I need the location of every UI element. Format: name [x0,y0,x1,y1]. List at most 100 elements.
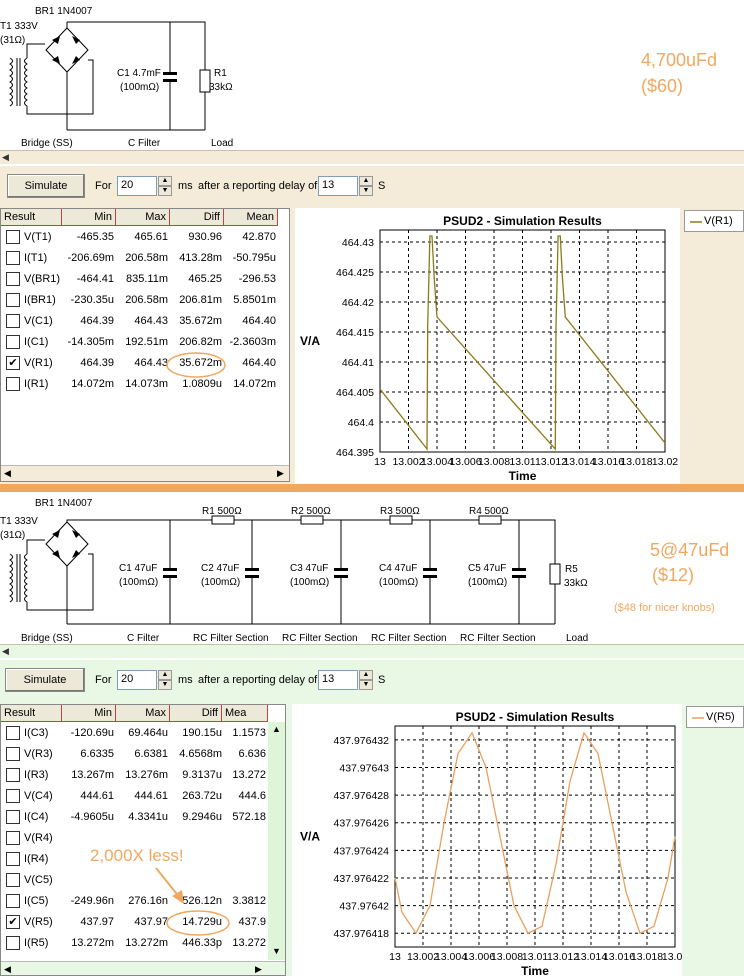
scroll-left-icon[interactable]: ◀ [4,964,11,975]
table-row[interactable]: V(C5) [1,870,285,891]
top-note-line2: ($60) [641,76,684,96]
row-result-name: V(R4) [24,832,53,844]
row-checkbox[interactable] [6,936,20,950]
top-seconds-label: S [378,180,386,192]
row-checkbox[interactable]: ✔ [6,915,20,929]
row-result-name: V(C5) [24,874,53,886]
spin-up-icon[interactable]: ▲ [158,670,172,680]
table-row[interactable]: I(BR1) -230.35u 206.58m 206.81m 5.8501m [1,290,289,311]
table-row[interactable]: I(R1) 14.072m 14.073m 1.0809u 14.072m [1,374,289,395]
scroll-right-icon[interactable]: ▶ [255,964,262,975]
top-delay-stepper[interactable]: ▲ ▼ [359,176,373,196]
bottom-table-hscroll[interactable]: ◀ ▶ [1,961,285,975]
x-tick-label: 13.01 [522,951,548,963]
row-checkbox[interactable] [6,251,20,265]
row-min: 14.072m [71,378,114,390]
table-row[interactable]: I(R3) 13.267m 13.276m 9.3137u 13.272 [1,765,285,786]
row-checkbox[interactable] [6,230,20,244]
top-transformer-symbol [9,43,94,115]
top-simulate-button[interactable]: Simulate [7,174,85,198]
row-min: -120.69u [70,727,114,739]
spin-down-icon[interactable]: ▼ [359,186,373,196]
row-checkbox[interactable] [6,810,20,824]
table-row[interactable]: I(C1) -14.305m 192.51m 206.82m -2.3603m [1,332,289,353]
bottom-duration-stepper[interactable]: ▲ ▼ [158,670,172,690]
spin-up-icon[interactable]: ▲ [359,670,373,680]
bottom-col-result[interactable]: Result [1,705,62,722]
bottom-col-max[interactable]: Max [116,705,170,722]
row-max: 206.58m [125,252,168,264]
cap-label: C4 47uF [379,563,417,574]
spin-down-icon[interactable]: ▼ [158,680,172,690]
top-col-mean[interactable]: Mean [224,209,278,226]
table-row[interactable]: I(C3) -120.69u 69.464u 190.15u 1.1573 [1,723,285,744]
spin-down-icon[interactable]: ▼ [359,680,373,690]
x-tick-label: 13.018 [631,951,663,963]
top-delay-input[interactable]: 13 [318,176,358,196]
top-col-diff[interactable]: Diff [170,209,224,226]
bottom-simulate-button[interactable]: Simulate [5,668,85,692]
row-checkbox[interactable] [6,377,20,391]
scroll-left-icon[interactable]: ◀ [4,468,11,479]
row-min: 13.267m [71,769,114,781]
spin-down-icon[interactable]: ▼ [158,186,172,196]
bottom-table-vscroll[interactable]: ▲ ▼ [268,722,285,960]
top-load-value: 33kΩ [209,82,233,93]
row-checkbox[interactable] [6,314,20,328]
spin-up-icon[interactable]: ▲ [158,176,172,186]
bottom-duration-input[interactable]: 20 [117,670,157,690]
row-max: 206.58m [125,294,168,306]
bottom-label-rc2: RC Filter Section [282,633,358,644]
bottom-col-mean[interactable]: Mea [222,705,268,722]
spin-up-icon[interactable]: ▲ [359,176,373,186]
table-row[interactable]: ✔ V(R5) 437.97 437.97 14.729u 437.9 [1,912,285,933]
section-divider [0,484,744,492]
table-row[interactable]: I(T1) -206.69m 206.58m 413.28m -50.795u [1,248,289,269]
scroll-left-icon[interactable]: ◀ [2,646,12,657]
table-row[interactable]: V(T1) -465.35 465.61 930.96 42.870 [1,227,289,248]
bottom-note-line1: 5@47uFd [650,540,730,560]
bottom-col-min[interactable]: Min [62,705,116,722]
row-max: 192.51m [125,336,168,348]
row-diff: 930.96 [188,231,222,243]
scroll-down-icon[interactable]: ▼ [272,946,281,956]
scroll-right-icon[interactable]: ▶ [277,468,284,479]
row-checkbox[interactable] [6,726,20,740]
scroll-up-icon[interactable]: ▲ [272,724,281,734]
table-row[interactable]: I(C5) -249.96n 276.16n 526.12n 3.3812 [1,891,285,912]
row-checkbox[interactable] [6,768,20,782]
table-row[interactable]: V(BR1) -464.41 835.11m 465.25 -296.53 [1,269,289,290]
bottom-delay-input[interactable]: 13 [318,670,358,690]
top-col-max[interactable]: Max [116,209,170,226]
row-checkbox[interactable] [6,831,20,845]
row-checkbox[interactable]: ✔ [6,356,20,370]
row-checkbox[interactable] [6,852,20,866]
row-checkbox[interactable] [6,894,20,908]
bottom-delay-stepper[interactable]: ▲ ▼ [359,670,373,690]
table-row[interactable]: V(C4) 444.61 444.61 263.72u 444.6 [1,786,285,807]
bottom-transformer-res: (31Ω) [0,530,25,541]
table-row[interactable]: I(R5) 13.272m 13.272m 446.33p 13.272 [1,933,285,954]
top-col-min[interactable]: Min [62,209,116,226]
table-row[interactable]: ✔ V(R1) 464.39 464.43 35.672m 464.40 [1,353,289,374]
row-checkbox[interactable] [6,873,20,887]
scroll-left-icon[interactable]: ◀ [2,152,12,163]
top-schematic-hscroll[interactable]: ◀ [0,150,744,164]
row-checkbox[interactable] [6,293,20,307]
row-mean: 6.636 [238,748,266,760]
top-load-label: R1 [214,68,227,79]
top-duration-input[interactable]: 20 [117,176,157,196]
bottom-schematic-hscroll[interactable]: ◀ [0,644,744,658]
table-row[interactable]: V(R3) 6.6335 6.6381 4.6568m 6.636 [1,744,285,765]
top-duration-stepper[interactable]: ▲ ▼ [158,176,172,196]
top-table-hscroll[interactable]: ◀ ▶ [1,465,289,481]
top-col-result[interactable]: Result [1,209,62,226]
table-row[interactable]: V(C1) 464.39 464.43 35.672m 464.40 [1,311,289,332]
bottom-col-diff[interactable]: Diff [170,705,222,722]
bottom-for-label: For [95,674,112,686]
row-checkbox[interactable] [6,272,20,286]
row-checkbox[interactable] [6,335,20,349]
table-row[interactable]: I(C4) -4.9605u 4.3341u 9.2946u 572.18 [1,807,285,828]
row-checkbox[interactable] [6,747,20,761]
row-checkbox[interactable] [6,789,20,803]
